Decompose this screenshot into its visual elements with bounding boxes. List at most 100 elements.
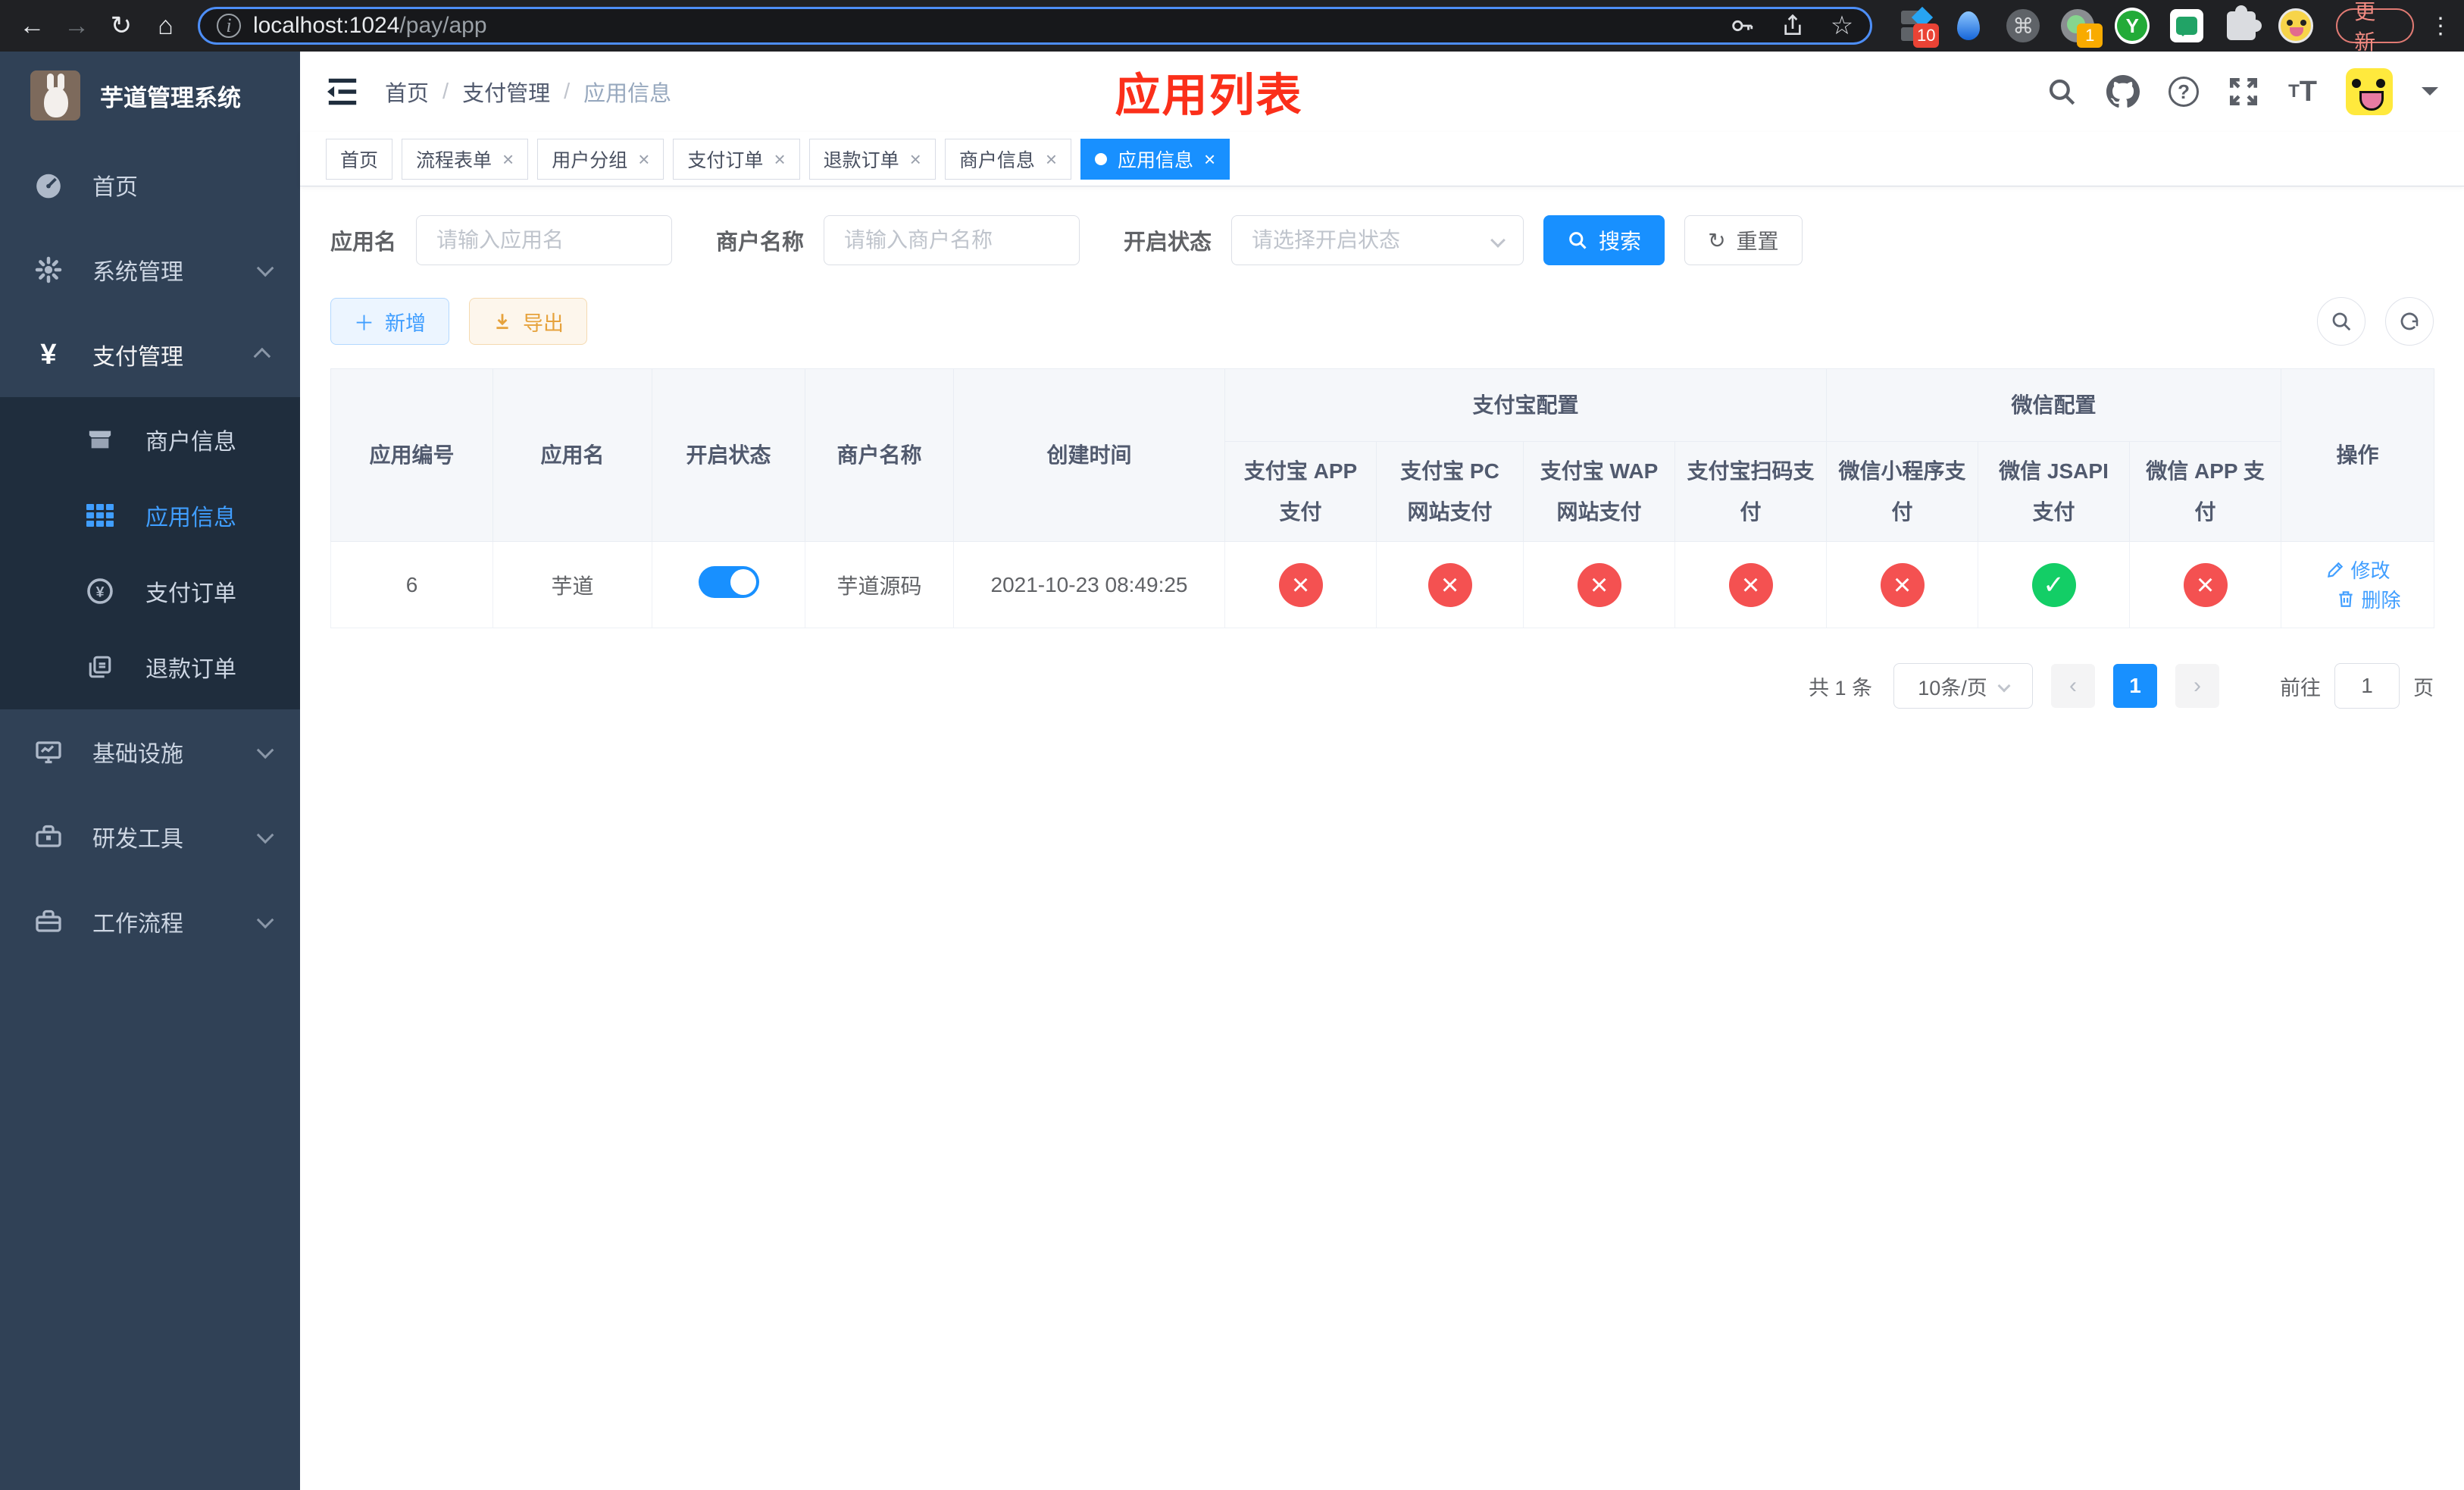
next-page-button[interactable]: ›	[2175, 664, 2219, 708]
close-icon[interactable]: ×	[502, 149, 514, 169]
extension-icon-4[interactable]: 1	[2060, 8, 2103, 48]
status-label: 开启状态	[1124, 230, 1212, 255]
sidebar-item-refund-order[interactable]: 退款订单	[0, 629, 300, 705]
extension-icon-1[interactable]: 10	[1896, 6, 1940, 48]
pagination: 共 1 条 10条/页 ‹ 1 › 前往 页	[330, 663, 2434, 709]
wechat-jsapi-status-icon	[2031, 562, 2076, 607]
page-number-button[interactable]: 1	[2113, 664, 2157, 708]
col-wechat-app: 微信 APP 支付	[2129, 441, 2282, 542]
caret-down-icon[interactable]	[2422, 87, 2438, 104]
github-icon[interactable]	[2106, 75, 2140, 108]
tab-home[interactable]: 首页	[326, 138, 393, 180]
delete-link[interactable]: 删除	[2336, 585, 2401, 613]
sidebar-item-label: 支付订单	[145, 581, 236, 606]
status-select-value[interactable]	[1252, 228, 1487, 252]
shop-icon	[85, 427, 115, 452]
sidebar-item-system[interactable]: 系统管理	[0, 227, 300, 312]
extensions-puzzle-icon[interactable]	[2224, 5, 2262, 43]
status-toggle[interactable]	[698, 566, 759, 598]
alipay-pc-status-icon	[1427, 562, 1472, 607]
browser-menu-icon[interactable]: ⋮	[2429, 13, 2452, 39]
wechat-app-status-icon	[2183, 562, 2228, 607]
browser-reload-button[interactable]: ↻	[101, 5, 141, 46]
sidebar-item-label: 首页	[92, 175, 138, 200]
fullscreen-icon[interactable]	[2228, 76, 2259, 108]
sidebar-item-app-info[interactable]: 应用信息	[0, 477, 300, 553]
sidebar-item-label: 商户信息	[145, 430, 236, 455]
breadcrumb-home[interactable]: 首页	[385, 76, 429, 108]
share-icon[interactable]	[1781, 14, 1805, 38]
chevron-down-icon	[256, 911, 274, 929]
chevron-down-icon	[256, 741, 274, 759]
close-icon[interactable]: ×	[1204, 149, 1215, 169]
chevron-down-icon	[256, 259, 274, 277]
add-button[interactable]: ＋ 新增	[330, 298, 449, 345]
profile-avatar-icon[interactable]	[2278, 8, 2314, 43]
app-title: 芋道管理系统	[100, 84, 241, 111]
extension-icon-5[interactable]: Y	[2115, 8, 2150, 44]
user-avatar[interactable]	[2346, 68, 2393, 115]
edit-link[interactable]: 修改	[2325, 556, 2391, 584]
tab-process-form[interactable]: 流程表单 ×	[402, 138, 529, 180]
font-size-icon[interactable]: TT	[2288, 76, 2317, 108]
prev-page-button[interactable]: ‹	[2051, 664, 2095, 708]
refresh-table-button[interactable]	[2385, 297, 2434, 346]
toggle-search-button[interactable]	[2317, 297, 2366, 346]
status-select[interactable]	[1231, 215, 1524, 265]
tab-app-info-active[interactable]: 应用信息 ×	[1080, 138, 1230, 180]
sidebar-item-label: 基础设施	[92, 742, 183, 767]
address-bar[interactable]: i localhost:1024/pay/app ☆	[197, 7, 1873, 45]
sidebar-item-workflow[interactable]: 工作流程	[0, 879, 300, 964]
tab-refund-order[interactable]: 退款订单 ×	[808, 138, 936, 180]
tab-user-group[interactable]: 用户分组 ×	[537, 138, 664, 180]
browser-toolbar: ← → ↻ ⌂ i localhost:1024/pay/app ☆ 10 ⌘ …	[0, 0, 2464, 54]
col-alipay-wap: 支付宝 WAP 网站支付	[1523, 441, 1675, 542]
password-key-icon[interactable]	[1729, 13, 1755, 39]
goto-page-input[interactable]	[2334, 663, 2400, 709]
extension-icon-3[interactable]: ⌘	[2006, 8, 2040, 43]
help-icon[interactable]: ?	[2169, 77, 2200, 107]
close-icon[interactable]: ×	[1046, 149, 1057, 169]
browser-update-button[interactable]: 更新	[2336, 0, 2414, 54]
sidebar-item-label: 研发工具	[92, 827, 183, 852]
close-icon[interactable]: ×	[774, 149, 785, 169]
export-button[interactable]: 导出	[469, 298, 587, 345]
sidebar-item-payment[interactable]: ¥ 支付管理	[0, 312, 300, 397]
search-button[interactable]: 搜索	[1543, 215, 1665, 265]
sidebar-item-merchant-info[interactable]: 商户信息	[0, 402, 300, 477]
close-icon[interactable]: ×	[638, 149, 649, 169]
sidebar-item-infrastructure[interactable]: 基础设施	[0, 709, 300, 794]
extension-icon-2[interactable]	[1951, 8, 1986, 43]
sidebar-item-label: 应用信息	[145, 506, 236, 531]
documents-icon	[85, 654, 115, 680]
bookmark-star-icon[interactable]: ☆	[1831, 11, 1853, 41]
breadcrumb-payment[interactable]: 支付管理	[462, 76, 550, 108]
sidebar-collapse-icon[interactable]	[326, 77, 359, 107]
tab-merchant-info[interactable]: 商户信息 ×	[944, 138, 1072, 180]
wechat-mini-status-icon	[1880, 562, 1925, 607]
app-logo: 芋道管理系统	[0, 52, 300, 139]
chevron-down-icon	[1490, 233, 1506, 248]
search-icon[interactable]	[2046, 76, 2078, 108]
browser-forward-button[interactable]: →	[57, 5, 97, 46]
merchant-name-input[interactable]	[824, 215, 1080, 265]
browser-back-button[interactable]: ←	[12, 5, 52, 46]
table-row: 6 芋道 芋道源码 2021-10-23 08:49:25 × × × × × …	[330, 541, 2435, 628]
reset-button[interactable]: ↻ 重置	[1684, 215, 1803, 265]
browser-home-button[interactable]: ⌂	[145, 5, 186, 46]
page-size-select[interactable]: 10条/页	[1893, 663, 2033, 709]
app-name-label: 应用名	[330, 230, 397, 255]
col-merchant: 商户名称	[805, 368, 954, 542]
gear-icon	[33, 256, 64, 283]
search-form: 应用名 商户名称 开启状态 搜索 ↻ 重置	[330, 215, 2434, 265]
sidebar-item-home[interactable]: 首页	[0, 142, 300, 227]
tab-pay-order[interactable]: 支付订单 ×	[673, 138, 800, 180]
extension-icon-6[interactable]	[2169, 8, 2204, 43]
col-group-alipay: 支付宝配置	[1224, 368, 1828, 442]
close-icon[interactable]: ×	[910, 149, 921, 169]
app-name-input[interactable]	[416, 215, 673, 265]
sidebar-item-dev-tools[interactable]: 研发工具	[0, 794, 300, 879]
sidebar-item-pay-order[interactable]: ¥ 支付订单	[0, 553, 300, 629]
site-info-icon[interactable]: i	[216, 14, 241, 38]
sidebar-item-label: 支付管理	[92, 345, 183, 370]
